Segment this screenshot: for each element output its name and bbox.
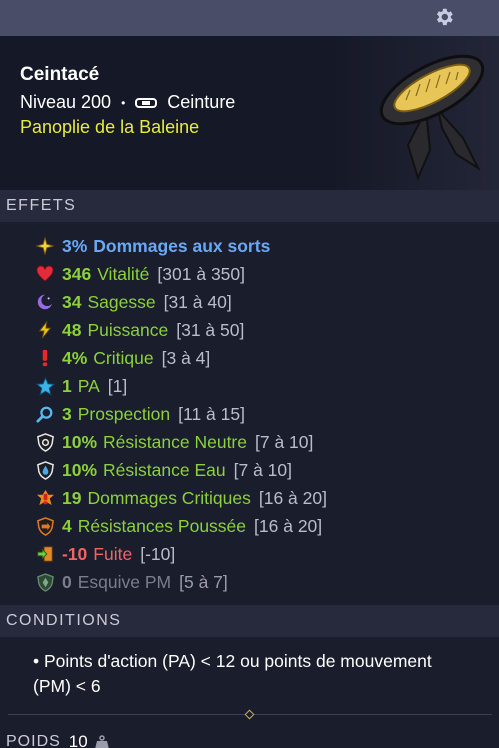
item-type: Ceinture: [167, 92, 236, 112]
neutral-resist-icon: [35, 432, 55, 452]
effects-list: 3% Dommages aux sorts 346 Vitalité [301 …: [0, 222, 499, 605]
weight-icon: [94, 735, 109, 748]
item-level-type: Niveau 200 • Ceinture: [20, 92, 235, 113]
effects-section-title: EFFETS: [0, 190, 499, 222]
gear-icon[interactable]: [433, 6, 455, 28]
belt-type-icon: [135, 97, 158, 108]
critical-icon: [35, 348, 55, 368]
heart-icon: [35, 264, 55, 284]
wisdom-icon: [35, 292, 55, 312]
flee-icon: [35, 544, 55, 564]
divider-ornament-icon: [244, 709, 255, 720]
effect-row: 10% Résistance Eau [7 à 10]: [35, 457, 292, 483]
tooltip-top-bar: [0, 0, 499, 36]
item-set-link[interactable]: Panoplie de la Baleine: [20, 117, 199, 138]
effect-row: 4% Critique [3 à 4]: [35, 345, 210, 371]
item-name: Ceintacé: [20, 64, 100, 85]
effect-row: 346 Vitalité [301 à 350]: [35, 261, 245, 287]
weight-label: POIDS: [6, 733, 61, 748]
weight-value: 10: [68, 732, 88, 748]
water-resist-icon: [35, 460, 55, 480]
critical-damage-icon: [35, 488, 55, 508]
conditions-panel: • Points d'action (PA) < 12 ou points de…: [0, 637, 499, 748]
prospection-icon: [35, 404, 55, 424]
belt-item-image: [379, 54, 485, 181]
effect-row: 10% Résistance Neutre [7 à 10]: [35, 429, 313, 455]
power-icon: [35, 320, 55, 340]
pushback-resist-icon: [35, 516, 55, 536]
separator-dot: •: [121, 95, 126, 110]
effect-row: 1 PA [1]: [35, 373, 127, 399]
weight-row: POIDS 10: [6, 732, 110, 748]
effect-row: -10 Fuite [-10]: [35, 541, 175, 567]
effect-row: 4 Résistances Poussée [16 à 20]: [35, 513, 322, 539]
conditions-section-title: CONDITIONS: [0, 605, 499, 637]
effect-row: 48 Puissance [31 à 50]: [35, 317, 244, 343]
effect-row: 3 Prospection [11 à 15]: [35, 401, 245, 427]
effect-row: 19 Dommages Critiques [16 à 20]: [35, 485, 327, 511]
condition-text: • Points d'action (PA) < 12 ou points de…: [33, 651, 432, 696]
effect-row: 34 Sagesse [31 à 40]: [35, 289, 232, 315]
mp-dodge-icon: [35, 572, 55, 592]
item-level: Niveau 200: [20, 92, 112, 112]
effect-row: 3% Dommages aux sorts: [35, 233, 278, 259]
effect-row: 0 Esquive PM [5 à 7]: [35, 569, 228, 595]
item-header: Ceintacé Niveau 200 • Ceinture Panoplie …: [0, 36, 499, 190]
ap-star-icon: [35, 376, 55, 396]
star-icon: [35, 236, 55, 256]
